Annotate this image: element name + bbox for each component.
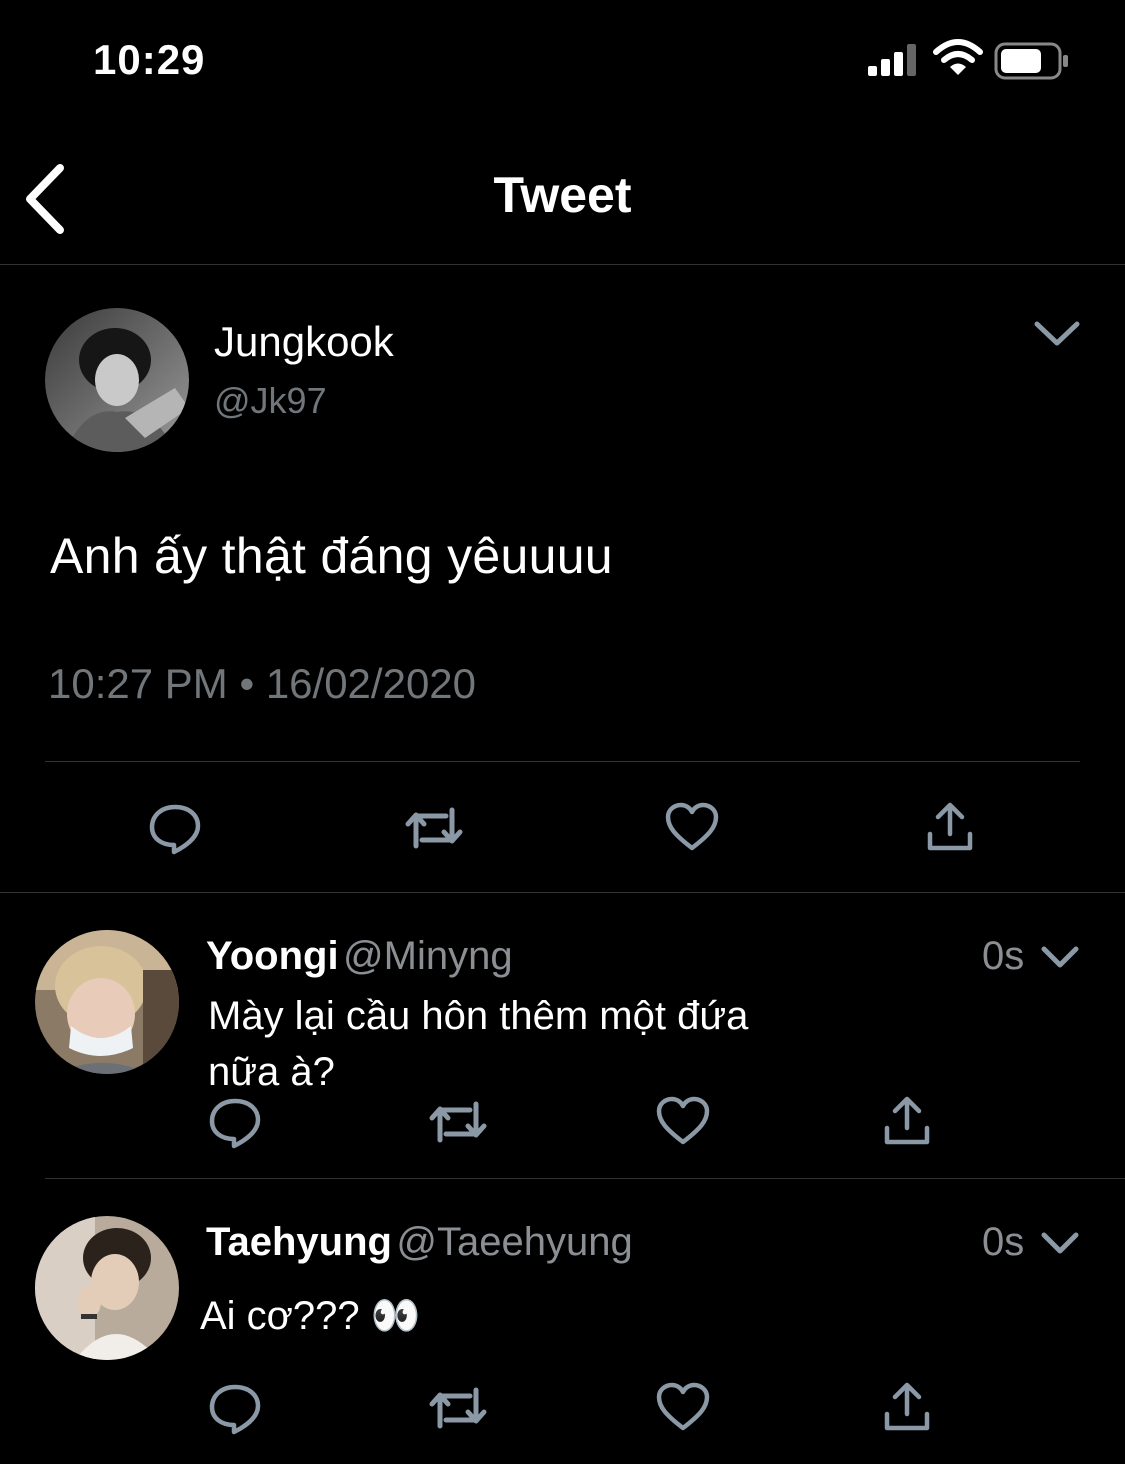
reply-button[interactable] — [208, 1382, 262, 1436]
reply-text: Ai cơ??? 👀 — [200, 1294, 421, 1338]
tweet-timestamp: 10:27 PM • 16/02/2020 — [48, 660, 477, 707]
heart-icon — [656, 1382, 710, 1431]
reply-time: 0s — [982, 934, 1025, 978]
tweet-text: Anh ấy thật đáng yêuuuu — [50, 528, 613, 584]
reply-time: 0s — [982, 1220, 1025, 1264]
page-title: Tweet — [493, 167, 632, 223]
reply-name[interactable]: Yoongi — [206, 934, 339, 978]
share-button[interactable] — [926, 802, 974, 852]
retweet-button[interactable] — [404, 804, 464, 852]
heart-icon — [665, 802, 719, 851]
battery-icon — [994, 42, 1070, 80]
like-button[interactable] — [656, 1096, 710, 1146]
reply-more-button[interactable] — [1040, 1230, 1080, 1256]
retweet-icon — [405, 807, 463, 849]
reply-icon — [209, 1384, 261, 1435]
share-button[interactable] — [883, 1096, 931, 1146]
reply-button[interactable] — [208, 1096, 262, 1150]
like-button[interactable] — [656, 1382, 710, 1432]
share-button[interactable] — [883, 1382, 931, 1432]
reply-header: Taehyung @Taeehyung — [206, 1220, 633, 1265]
retweet-button[interactable] — [428, 1384, 488, 1432]
reply-text-line: Mày lại cầu hôn thêm một đứa — [208, 994, 749, 1038]
chevron-down-icon — [1041, 946, 1079, 968]
retweet-icon — [429, 1387, 487, 1429]
author-avatar[interactable] — [45, 308, 189, 452]
reply-handle[interactable]: @Taeehyung — [396, 1220, 632, 1264]
share-icon — [927, 802, 973, 851]
reply-name[interactable]: Taehyung — [206, 1220, 392, 1264]
share-icon — [884, 1096, 930, 1145]
reply-text: Mày lại cầu hôn thêm một đứa nữa à? — [208, 988, 748, 1100]
retweet-button[interactable] — [428, 1098, 488, 1146]
reply-avatar[interactable] — [35, 1216, 179, 1360]
retweet-icon — [429, 1101, 487, 1143]
tweet-more-button[interactable] — [1032, 318, 1082, 348]
chevron-down-icon — [1041, 1232, 1079, 1254]
wifi-icon — [933, 38, 983, 78]
reply-icon — [209, 1098, 261, 1149]
author-handle[interactable]: @Jk97 — [214, 380, 327, 422]
reply-handle[interactable]: @Minyng — [343, 934, 513, 978]
header-divider — [0, 264, 1125, 265]
author-name[interactable]: Jungkook — [214, 318, 394, 366]
share-icon — [884, 1382, 930, 1431]
chevron-down-icon — [1034, 321, 1080, 346]
reply-header: Yoongi @Minyng — [206, 934, 513, 979]
reply-avatar[interactable] — [35, 930, 179, 1074]
reply-icon — [149, 804, 201, 855]
reply-button[interactable] — [148, 802, 202, 856]
reply-divider — [45, 1178, 1125, 1179]
reply-more-button[interactable] — [1040, 944, 1080, 970]
tweet-divider — [45, 761, 1080, 762]
reply-text-line: nữa à? — [208, 1050, 335, 1094]
like-button[interactable] — [665, 802, 719, 852]
actions-divider — [0, 892, 1125, 893]
status-time: 10:29 — [93, 36, 206, 83]
heart-icon — [656, 1096, 710, 1145]
cellular-signal-icon — [868, 44, 922, 76]
